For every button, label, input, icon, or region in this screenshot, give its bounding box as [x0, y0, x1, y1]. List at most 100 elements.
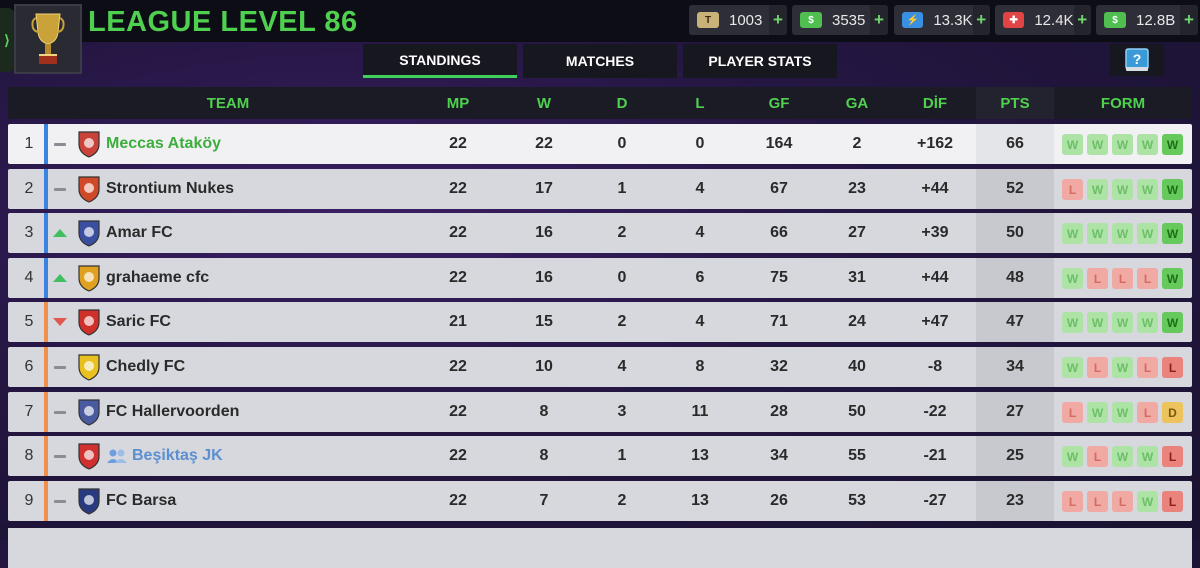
team-name-label: Chedly FC	[106, 358, 186, 375]
cell-ga: 24	[848, 313, 866, 330]
team-name-label: Saric FC	[106, 313, 171, 330]
form-result-badge: W	[1162, 179, 1183, 200]
form-result-badge: W	[1062, 357, 1083, 378]
col-team[interactable]: TEAM	[108, 87, 348, 119]
form-result-badge: L	[1162, 491, 1183, 512]
team-crest-icon[interactable]	[76, 264, 102, 292]
tab-player-stats[interactable]: PLAYER STATS	[683, 44, 837, 78]
cell-dif: -8	[927, 358, 943, 375]
currency-medical: ✚ 12.4K +	[995, 5, 1091, 35]
cell-pts: 66	[976, 124, 1054, 164]
col-w[interactable]: W	[504, 87, 584, 119]
table-row[interactable]: 4 grahaeme cfc 22 16 0 6 75 31 +44 48 W L L L W	[8, 258, 1192, 298]
add-cash-button[interactable]: +	[870, 5, 888, 35]
team-crest-icon[interactable]	[76, 175, 102, 203]
team-crest-icon[interactable]	[76, 130, 102, 158]
team-name[interactable]: FC Hallervoorden	[106, 392, 239, 432]
col-gf[interactable]: GF	[739, 87, 819, 119]
cell-d: 4	[617, 358, 627, 375]
team-name[interactable]: Amar FC	[106, 213, 173, 253]
cell-pts: 27	[976, 392, 1054, 432]
cell-mp: 22	[449, 135, 467, 152]
cell-gf: 32	[770, 358, 788, 375]
team-name[interactable]: grahaeme cfc	[106, 258, 209, 298]
form-result-badge: W	[1087, 134, 1108, 155]
cell-pts: 50	[976, 213, 1054, 253]
table-row[interactable]	[8, 528, 1192, 568]
cell-pts: 25	[976, 436, 1054, 476]
form-result-badge: D	[1162, 402, 1183, 423]
table-row[interactable]: 8 Beşiktaş JK 22 8 1 13 34 55 -21 25 W L W W L	[8, 436, 1192, 476]
team-name-label: Strontium Nukes	[106, 180, 235, 197]
col-pts[interactable]: PTS	[976, 87, 1054, 119]
table-row[interactable]: 5 Saric FC 21 15 2 4 71 24 +47 47 W W W W W	[8, 302, 1192, 342]
team-crest-icon[interactable]	[76, 219, 102, 247]
team-name[interactable]: Saric FC	[106, 302, 171, 342]
team-crest-icon[interactable]	[76, 308, 102, 336]
cell-gf: 26	[770, 492, 788, 509]
team-crest-icon[interactable]	[76, 353, 102, 381]
league-trophy[interactable]	[14, 4, 82, 74]
tab-matches[interactable]: MATCHES	[523, 44, 677, 78]
team-name[interactable]: Strontium Nukes	[106, 169, 234, 209]
cell-ga: 55	[848, 447, 866, 464]
zone-stripe	[44, 392, 48, 432]
form-result-badge: L	[1062, 491, 1083, 512]
form-result-badge: L	[1112, 491, 1133, 512]
table-row[interactable]: 7 FC Hallervoorden 22 8 3 11 28 50 -22 27 L W W L D	[8, 392, 1192, 432]
col-ga[interactable]: GA	[817, 87, 897, 119]
col-l[interactable]: L	[660, 87, 740, 119]
team-name[interactable]: Chedly FC	[106, 347, 185, 387]
standings-header: TEAM MP W D L GF GA DİF PTS FORM	[8, 87, 1192, 119]
team-crest-icon[interactable]	[76, 487, 102, 515]
team-name[interactable]: FC Barsa	[106, 481, 176, 521]
form-result-badge: L	[1137, 402, 1158, 423]
cell-dif: +39	[921, 224, 949, 241]
table-row[interactable]: 1 Meccas Ataköy 22 22 0 0 164 2 +162 66 W W W W W	[8, 124, 1192, 164]
add-tokens-button[interactable]: +	[769, 5, 787, 35]
team-name[interactable]: Beşiktaş JK	[106, 436, 223, 476]
trend-same-icon	[53, 450, 67, 462]
cell-dif: +162	[916, 135, 954, 152]
zone-stripe	[44, 436, 48, 476]
position: 1	[24, 135, 34, 152]
col-d[interactable]: D	[582, 87, 662, 119]
cell-pts: 52	[976, 169, 1054, 209]
trend-up-icon	[53, 227, 67, 239]
form-result-badge: W	[1137, 223, 1158, 244]
add-money-button[interactable]: +	[1180, 5, 1198, 35]
cell-pts: 34	[976, 347, 1054, 387]
table-row[interactable]: 9 FC Barsa 22 7 2 13 26 53 -27 23 L L L W L	[8, 481, 1192, 521]
form-result-badge: W	[1062, 446, 1083, 467]
currency-value: 12.8B	[1136, 11, 1176, 29]
zone-stripe	[44, 258, 48, 298]
form-result-badge: L	[1087, 268, 1108, 289]
cell-mp: 22	[449, 492, 467, 509]
cell-mp: 22	[449, 447, 467, 464]
add-energy-button[interactable]: +	[972, 5, 990, 35]
team-crest-icon[interactable]	[76, 442, 102, 470]
cell-ga: 40	[848, 358, 866, 375]
add-medical-button[interactable]: +	[1073, 5, 1091, 35]
col-dif[interactable]: DİF	[895, 87, 975, 119]
form-result-badge: L	[1062, 402, 1083, 423]
tab-standings[interactable]: STANDINGS	[363, 44, 517, 78]
form-guide: LWWWW	[1062, 179, 1183, 200]
team-crest-icon[interactable]	[76, 398, 102, 426]
form-guide: WWWWW	[1062, 312, 1183, 333]
cell-mp: 22	[449, 403, 467, 420]
position: 4	[24, 269, 34, 286]
form-result-badge: W	[1112, 402, 1133, 423]
table-row[interactable]: 2 Strontium Nukes 22 17 1 4 67 23 +44 52 L W W W W	[8, 169, 1192, 209]
team-name[interactable]: Meccas Ataköy	[106, 124, 221, 164]
cell-gf: 28	[770, 403, 788, 420]
table-row[interactable]: 3 Amar FC 22 16 2 4 66 27 +39 50 W W W W W	[8, 213, 1192, 253]
help-button[interactable]: ?	[1110, 44, 1164, 76]
chevron-right-icon: ⟩	[4, 31, 10, 48]
form-result-badge: W	[1137, 491, 1158, 512]
form-guide: WWWWW	[1062, 134, 1183, 155]
col-mp[interactable]: MP	[418, 87, 498, 119]
cell-gf: 164	[765, 135, 793, 152]
side-menu-tab[interactable]: ⟩	[0, 8, 14, 72]
table-row[interactable]: 6 Chedly FC 22 10 4 8 32 40 -8 34 W L W L L	[8, 347, 1192, 387]
